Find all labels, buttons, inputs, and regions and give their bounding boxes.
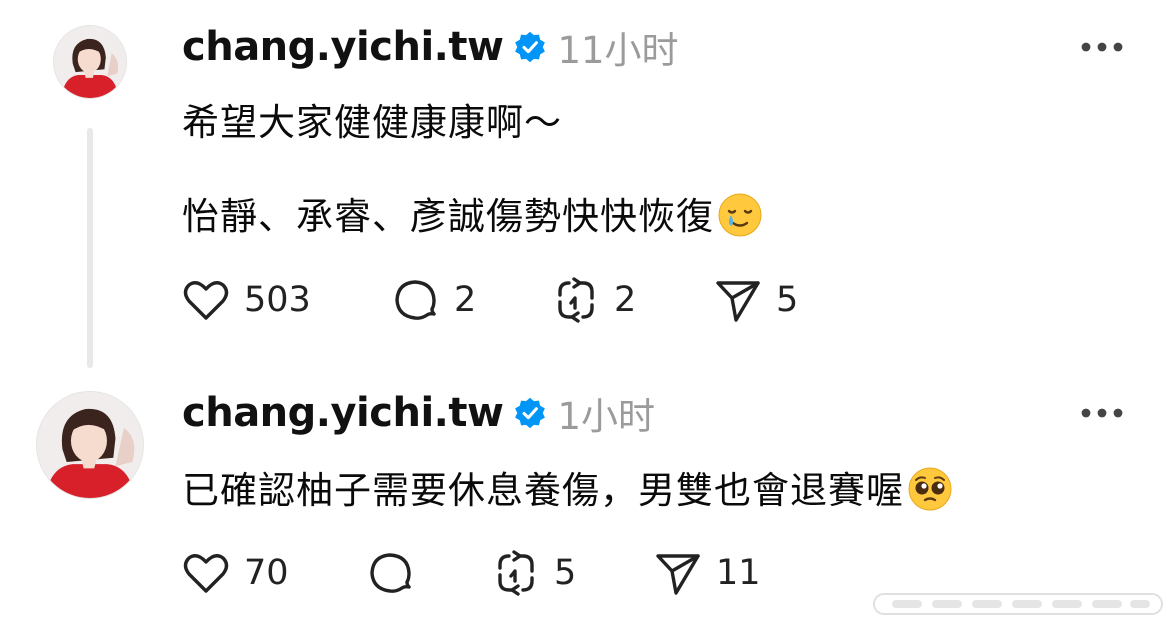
- more-options-icon[interactable]: [1080, 403, 1124, 423]
- send-icon: [712, 274, 764, 326]
- timestamp: 1小时: [557, 395, 655, 438]
- post-header: chang.yichi.tw 1小时: [182, 388, 655, 438]
- like-button[interactable]: 70: [180, 545, 289, 601]
- send-icon: [652, 547, 704, 599]
- thread-reply-post: chang.yichi.tw 1小时 已確認柚子需要休息養傷，男雙也會退賽喔 7…: [0, 0, 1169, 596]
- pleading-face-emoji: [906, 465, 954, 513]
- heart-icon: [180, 274, 232, 326]
- comment-button[interactable]: [365, 545, 429, 601]
- share-button[interactable]: 5: [712, 272, 798, 328]
- repost-count: 2: [614, 280, 637, 320]
- share-count: 5: [776, 280, 799, 320]
- comment-icon: [390, 274, 442, 326]
- username[interactable]: chang.yichi.tw: [182, 390, 504, 436]
- heart-icon: [180, 547, 232, 599]
- repost-icon: [490, 547, 542, 599]
- avatar-image: [37, 392, 143, 498]
- like-button[interactable]: 503: [180, 272, 311, 328]
- verified-badge-icon: [513, 396, 547, 430]
- repost-icon: [550, 274, 602, 326]
- repost-count: 5: [554, 553, 577, 593]
- like-count: 503: [244, 280, 311, 320]
- post-text-line: 已確認柚子需要休息養傷，男雙也會退賽喔: [182, 460, 954, 514]
- repost-button[interactable]: 2: [550, 272, 636, 328]
- comment-count: 2: [454, 280, 477, 320]
- watermark: [872, 588, 1164, 620]
- comment-icon: [365, 547, 417, 599]
- avatar[interactable]: [37, 392, 143, 498]
- post-text: 已確認柚子需要休息養傷，男雙也會退賽喔: [182, 469, 904, 512]
- share-button[interactable]: 11: [652, 545, 761, 601]
- comment-button[interactable]: 2: [390, 272, 476, 328]
- like-count: 70: [244, 553, 289, 593]
- share-count: 11: [716, 553, 761, 593]
- repost-button[interactable]: 5: [490, 545, 576, 601]
